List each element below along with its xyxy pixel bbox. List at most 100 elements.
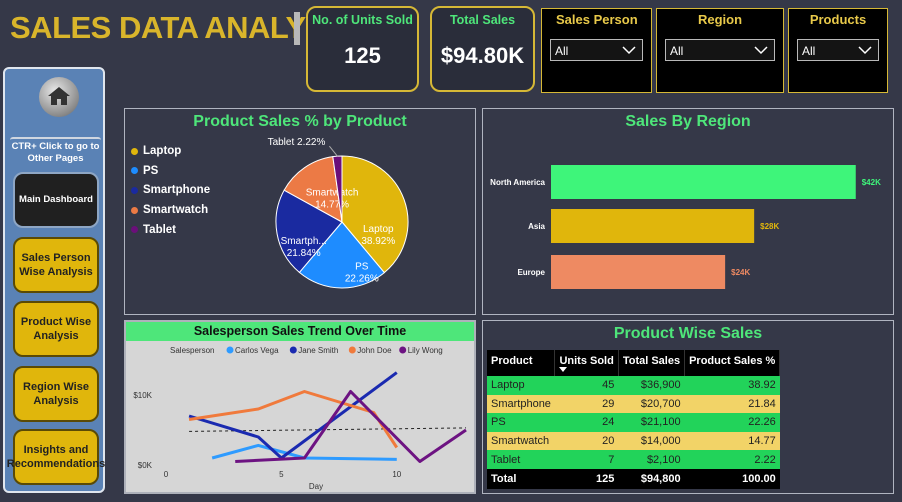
- region-bar-asia[interactable]: [551, 209, 755, 243]
- pie-slice-label: Tablet 2.22%: [268, 137, 326, 148]
- dropdown-value: All: [555, 44, 569, 58]
- pie-chart-title: Product Sales % by Product: [193, 113, 407, 130]
- table-cell: 38.92: [684, 376, 780, 395]
- region-value-label: $42K: [862, 178, 881, 187]
- x-axis-label: Day: [309, 482, 323, 491]
- trend-legend-dot: [289, 346, 297, 354]
- slicer-label: Sales Person: [556, 12, 638, 27]
- region-value-label: $28K: [760, 222, 779, 231]
- x-tick-label: 0: [164, 470, 169, 479]
- products-dropdown[interactable]: All: [797, 39, 879, 61]
- region-category-label: Asia: [528, 222, 545, 231]
- table-cell: 21.84: [684, 394, 780, 414]
- kpi-total-sales: Total Sales $94.80K: [430, 6, 535, 92]
- title-divider: [294, 12, 300, 45]
- pie-slice-label: Laptop 38.92%: [361, 224, 395, 247]
- sort-down-icon: [559, 367, 568, 372]
- table-row[interactable]: Smartphone 29 $20,700 21.84: [487, 394, 780, 414]
- table-cell: 20: [554, 431, 619, 451]
- y-tick-label: $10K: [133, 391, 152, 400]
- nav-region-button[interactable]: Region Wise Analysis: [13, 366, 99, 422]
- trend-legend-label[interactable]: Jane Smith: [298, 346, 338, 355]
- table-cell: $14,000: [618, 431, 685, 451]
- table-row[interactable]: Laptop 45 $36,900 38.92: [487, 376, 780, 395]
- trend-line-chart: Salesperson Carlos Vega Jane Smith John Doe…: [133, 346, 467, 491]
- slicer-sales-person: Sales Person All: [541, 8, 652, 93]
- table-cell: 7: [554, 450, 619, 469]
- table-cell: $20,700: [618, 394, 685, 414]
- region-dropdown[interactable]: All: [665, 39, 775, 61]
- nav-product-button[interactable]: Product Wise Analysis: [13, 301, 99, 357]
- table-row[interactable]: Tablet 7 $2,100 2.22: [487, 450, 780, 469]
- nav-sales-person-button[interactable]: Sales Person Wise Analysis: [13, 237, 99, 293]
- table-cell: Tablet: [487, 450, 555, 469]
- table-row[interactable]: Smartwatch 20 $14,000 14.77: [487, 431, 780, 451]
- column-header-units[interactable]: Units Sold: [554, 350, 619, 376]
- region-category-label: Europe: [517, 268, 545, 277]
- kpi-label: Total Sales: [449, 13, 516, 27]
- table-cell: 14.77: [684, 431, 780, 451]
- table-total-cell: 125: [554, 468, 619, 489]
- home-icon: [48, 87, 70, 105]
- table-cell: 24: [554, 413, 619, 432]
- table-cell: Laptop: [487, 376, 555, 395]
- pie-chart: Laptop 38.92%PS 22.26%Smartph... 21.84%Smar…: [268, 137, 409, 289]
- chevron-down-icon: [858, 46, 872, 55]
- table-cell: 2.22: [684, 450, 780, 469]
- trend-legend-dot: [348, 346, 356, 354]
- product-table-title: Product Wise Sales: [613, 325, 763, 342]
- table-row[interactable]: PS 24 $21,100 22.26: [487, 413, 780, 432]
- table-total-cell: Total: [487, 468, 555, 489]
- nav-sidebar: CTR+ Click to go to Other Pages Main Das…: [3, 67, 105, 493]
- region-value-label: $24K: [731, 268, 750, 277]
- column-header-sales-pct[interactable]: Product Sales %: [684, 350, 781, 376]
- page-title: SALES DATA ANALYSIS: [10, 10, 355, 45]
- table-cell: $2,100: [618, 450, 685, 469]
- sales-person-dropdown[interactable]: All: [550, 39, 643, 61]
- region-category-label: North America: [490, 178, 545, 187]
- region-bar-chart: North America $42K Asia $28K Europe $24K: [490, 165, 881, 289]
- trend-legend-dot: [399, 346, 407, 354]
- trend-legend-label[interactable]: Lily Wong: [408, 346, 443, 355]
- table-cell: Smartphone: [487, 394, 555, 414]
- slicer-label: Products: [809, 12, 867, 27]
- table-cell: $21,100: [618, 413, 685, 432]
- trend-legend-label[interactable]: Carlos Vega: [235, 346, 279, 355]
- table-cell: 29: [554, 394, 619, 414]
- series-line-john-doe[interactable]: [188, 390, 399, 449]
- pie-chart-panel: Product Sales % by Product Laptop PS Smart…: [124, 108, 476, 315]
- kpi-value: $94.80K: [440, 43, 525, 68]
- table-cell: $36,900: [618, 376, 685, 395]
- nav-insights-button[interactable]: Insights and Recommendations: [7, 429, 105, 485]
- region-bar-europe[interactable]: [551, 255, 726, 289]
- kpi-value: 125: [344, 43, 381, 68]
- column-header-units-label: Units Sold: [559, 355, 614, 367]
- region-bar-north-america[interactable]: [551, 165, 856, 199]
- table-cell: 45: [554, 376, 619, 395]
- slicer-products: Products All: [788, 8, 888, 93]
- pie-leader-line: [329, 145, 338, 157]
- product-wise-table: Product Units Sold Total Sales Product S…: [487, 350, 781, 489]
- column-header-product[interactable]: Product: [487, 350, 556, 376]
- y-tick-label: $0K: [138, 461, 153, 470]
- column-header-total-sales[interactable]: Total Sales: [618, 350, 686, 376]
- table-cell: 22.26: [684, 413, 780, 432]
- table-total-row: Total 125 $94,800 100.00: [487, 468, 780, 489]
- trend-legend-title: Salesperson: [170, 346, 214, 355]
- series-line-lily-wong[interactable]: [235, 390, 467, 463]
- pie-slice-label: Smartph... 21.84%: [281, 236, 327, 259]
- region-chart-panel: Sales By Region North America $42K Asia $28…: [482, 108, 894, 315]
- slicer-label: Region: [697, 12, 743, 27]
- nav-main-dashboard-button[interactable]: Main Dashboard: [13, 172, 99, 228]
- dropdown-value: All: [670, 44, 684, 58]
- table-cell: PS: [487, 413, 555, 432]
- table-total-cell: $94,800: [618, 468, 685, 489]
- chevron-down-icon: [622, 46, 636, 55]
- trend-legend-label[interactable]: John Doe: [357, 346, 392, 355]
- trend-chart-panel: Salesperson Sales Trend Over Time Salesp…: [124, 320, 476, 494]
- x-tick-label: 10: [392, 470, 401, 479]
- kpi-label: No. of Units Sold: [312, 13, 413, 27]
- chevron-down-icon: [754, 46, 768, 55]
- x-tick-label: 5: [279, 470, 284, 479]
- home-button[interactable]: [39, 77, 79, 117]
